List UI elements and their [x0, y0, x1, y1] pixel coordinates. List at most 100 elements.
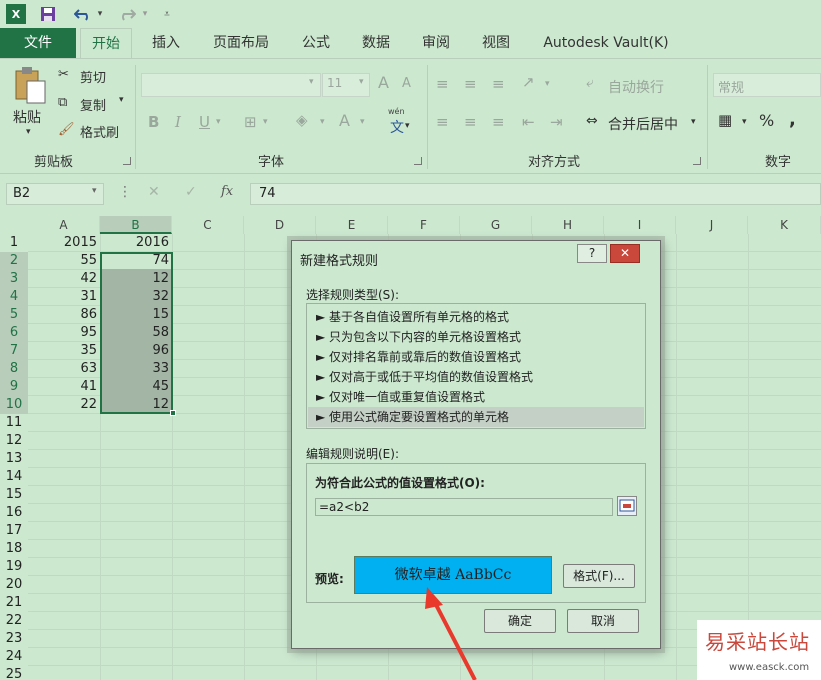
tab-view[interactable]: 视图: [470, 28, 522, 58]
column-header-a[interactable]: A: [28, 216, 100, 234]
alignment-launcher-icon[interactable]: [693, 157, 701, 165]
merge-dropdown-icon[interactable]: ▾: [691, 117, 696, 127]
row-header[interactable]: 2: [0, 252, 28, 270]
row-header[interactable]: 24: [0, 648, 28, 666]
row-header[interactable]: 10: [0, 396, 28, 414]
rule-type-item[interactable]: ► 基于各自值设置所有单元格的格式: [308, 307, 644, 327]
rule-type-item[interactable]: ► 仅对排名靠前或靠后的数值设置格式: [308, 347, 644, 367]
align-right-icon[interactable]: ≡: [492, 113, 505, 131]
tab-page-layout[interactable]: 页面布局: [200, 28, 282, 58]
tab-insert[interactable]: 插入: [140, 28, 192, 58]
name-box[interactable]: B2: [6, 183, 104, 205]
rule-type-item[interactable]: ► 只为包含以下内容的单元格设置格式: [308, 327, 644, 347]
row-header[interactable]: 5: [0, 306, 28, 324]
accounting-dropdown-icon[interactable]: ▾: [742, 117, 747, 127]
cell-a5[interactable]: 86: [28, 306, 100, 324]
underline-dropdown-icon[interactable]: ▾: [216, 117, 221, 127]
tab-file[interactable]: 文件: [0, 28, 76, 58]
comma-button[interactable]: ,: [789, 109, 796, 130]
font-launcher-icon[interactable]: [414, 157, 422, 165]
cell-b4[interactable]: 32: [100, 288, 172, 306]
underline-button[interactable]: U: [199, 113, 210, 131]
undo-dropdown-icon[interactable]: ▾: [95, 4, 105, 24]
cell-a1[interactable]: 2015: [28, 234, 100, 252]
rule-type-item[interactable]: ► 仅对唯一值或重复值设置格式: [308, 387, 644, 407]
row-header[interactable]: 23: [0, 630, 28, 648]
column-header-j[interactable]: J: [676, 216, 748, 234]
phonetic-dropdown-icon[interactable]: ▾: [405, 121, 410, 131]
column-header-h[interactable]: H: [532, 216, 604, 234]
close-button[interactable]: ✕: [610, 244, 640, 263]
decrease-indent-icon[interactable]: ⇤: [522, 113, 535, 131]
cell-b10[interactable]: 12: [100, 396, 172, 414]
cell-b3[interactable]: 12: [100, 270, 172, 288]
font-size-dropdown-icon[interactable]: ▾: [359, 77, 364, 87]
row-header[interactable]: 13: [0, 450, 28, 468]
align-center-icon[interactable]: ≡: [464, 113, 477, 131]
cell-b7[interactable]: 96: [100, 342, 172, 360]
font-color-dropdown-icon[interactable]: ▾: [360, 117, 365, 127]
italic-button[interactable]: I: [175, 113, 181, 131]
formula-input-field[interactable]: =a2<b2: [315, 498, 613, 516]
cell-a10[interactable]: 22: [28, 396, 100, 414]
name-box-dropdown-icon[interactable]: ▾: [92, 186, 97, 196]
bold-button[interactable]: B: [148, 113, 159, 131]
column-header-b[interactable]: B: [100, 216, 172, 234]
cell-a9[interactable]: 41: [28, 378, 100, 396]
column-header-g[interactable]: G: [460, 216, 532, 234]
row-header[interactable]: 1: [0, 234, 28, 252]
number-format-combo[interactable]: 常规: [713, 73, 821, 97]
tab-review[interactable]: 审阅: [410, 28, 462, 58]
help-button[interactable]: ?: [577, 244, 607, 263]
accounting-icon[interactable]: ▦: [718, 111, 732, 129]
clipboard-launcher-icon[interactable]: [123, 157, 131, 165]
row-header[interactable]: 11: [0, 414, 28, 432]
wrap-text-button[interactable]: 自动换行: [608, 77, 664, 97]
borders-dropdown-icon[interactable]: ▾: [263, 117, 268, 127]
cell-a3[interactable]: 42: [28, 270, 100, 288]
enter-icon[interactable]: ✓: [185, 184, 197, 200]
cell-b5[interactable]: 15: [100, 306, 172, 324]
row-header[interactable]: 7: [0, 342, 28, 360]
insert-function-icon[interactable]: fx: [221, 184, 233, 199]
increase-indent-icon[interactable]: ⇥: [550, 113, 563, 131]
cell-a4[interactable]: 31: [28, 288, 100, 306]
fill-color-dropdown-icon[interactable]: ▾: [320, 117, 325, 127]
row-header[interactable]: 21: [0, 594, 28, 612]
phonetic-guide-icon[interactable]: wén: [388, 107, 405, 116]
customize-icon[interactable]: ⩡: [160, 4, 174, 24]
row-header[interactable]: 20: [0, 576, 28, 594]
orientation-dropdown-icon[interactable]: ▾: [545, 79, 550, 89]
cut-button[interactable]: 剪切: [80, 67, 106, 86]
formula-input[interactable]: 74: [250, 183, 821, 205]
redo-dropdown-icon[interactable]: ▾: [140, 4, 150, 24]
percent-button[interactable]: %: [759, 111, 774, 130]
row-header[interactable]: 12: [0, 432, 28, 450]
cell-a8[interactable]: 63: [28, 360, 100, 378]
cell-b8[interactable]: 33: [100, 360, 172, 378]
cell-a7[interactable]: 35: [28, 342, 100, 360]
column-header-i[interactable]: I: [604, 216, 676, 234]
row-header[interactable]: 19: [0, 558, 28, 576]
cell-b1[interactable]: 2016: [100, 234, 172, 252]
cell-b6[interactable]: 58: [100, 324, 172, 342]
row-header[interactable]: 8: [0, 360, 28, 378]
cut-icon[interactable]: ✂: [58, 67, 69, 82]
row-header[interactable]: 22: [0, 612, 28, 630]
column-header-d[interactable]: D: [244, 216, 316, 234]
decrease-font-icon[interactable]: A: [402, 76, 411, 91]
font-color-button[interactable]: A: [339, 111, 350, 130]
copy-button[interactable]: 复制: [80, 95, 106, 114]
align-left-icon[interactable]: ≡: [436, 113, 449, 131]
formula-bar-menu-icon[interactable]: ⋮: [118, 184, 132, 200]
row-header[interactable]: 14: [0, 468, 28, 486]
tab-autodesk-vault[interactable]: Autodesk Vault(K): [530, 28, 682, 58]
row-header[interactable]: 6: [0, 324, 28, 342]
column-header-c[interactable]: C: [172, 216, 244, 234]
cancel-button[interactable]: 取消: [567, 609, 639, 633]
font-name-combo[interactable]: [141, 73, 321, 97]
collapse-dialog-icon[interactable]: [617, 496, 637, 516]
tab-data[interactable]: 数据: [350, 28, 402, 58]
align-top-icon[interactable]: ≡: [436, 75, 449, 93]
row-header[interactable]: 9: [0, 378, 28, 396]
